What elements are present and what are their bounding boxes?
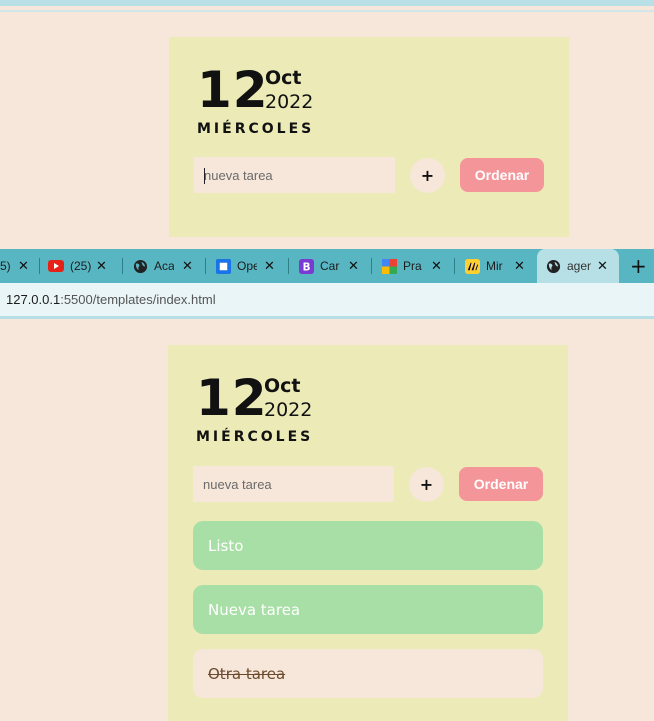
svg-text:B: B <box>302 261 310 273</box>
date-year: 2022 <box>265 91 314 113</box>
close-icon[interactable]: ✕ <box>597 259 608 274</box>
tab-title: Aca <box>154 259 174 273</box>
close-icon[interactable]: ✕ <box>264 259 275 274</box>
browser-chrome: 5) ✕ (25) ✕ Aca ✕ Ope ✕ B Car ✕ Pra ✕ Mi… <box>0 249 654 319</box>
new-tab-button[interactable]: + <box>630 254 647 278</box>
globe-icon <box>132 258 148 274</box>
close-icon[interactable]: ✕ <box>182 259 193 274</box>
tab-separator <box>205 258 206 274</box>
tab-title: Pra <box>403 259 422 273</box>
text-cursor <box>204 168 205 184</box>
window-top-strip <box>0 0 654 12</box>
tab[interactable]: Ope ✕ <box>215 249 287 283</box>
date-day: 12 <box>196 369 268 427</box>
new-task-input[interactable] <box>194 157 395 193</box>
url-path: :5500/templates/index.html <box>60 292 216 307</box>
app-icon <box>215 258 231 274</box>
tab-title: Mir <box>486 259 503 273</box>
tab[interactable]: Mir ✕ <box>464 249 536 283</box>
new-task-input[interactable] <box>193 466 394 502</box>
tab[interactable]: 5) ✕ <box>0 249 38 283</box>
youtube-icon <box>48 258 64 274</box>
tab-title: agen <box>567 259 591 273</box>
add-task-button[interactable]: + <box>409 467 444 502</box>
tab[interactable]: Pra ✕ <box>381 249 453 283</box>
tab[interactable]: B Car ✕ <box>298 249 370 283</box>
tab-separator <box>371 258 372 274</box>
agenda-card: 12 Oct 2022 MIÉRCOLES + Ordenar Listo Nu… <box>168 345 568 721</box>
b-icon: B <box>298 258 314 274</box>
date-year: 2022 <box>264 399 313 421</box>
globe-icon <box>545 258 561 274</box>
close-icon[interactable]: ✕ <box>431 259 442 274</box>
task-item[interactable]: Nueva tarea <box>193 585 543 634</box>
tab-title: Ope <box>237 259 257 273</box>
date-weekday: MIÉRCOLES <box>197 121 315 137</box>
close-icon[interactable]: ✕ <box>18 259 29 274</box>
close-icon[interactable]: ✕ <box>96 259 107 274</box>
sort-button[interactable]: Ordenar <box>460 158 544 192</box>
tab-separator <box>454 258 455 274</box>
tab-strip: 5) ✕ (25) ✕ Aca ✕ Ope ✕ B Car ✕ Pra ✕ Mi… <box>0 249 654 283</box>
tab-title: 5) <box>0 259 11 273</box>
tab-title: Car <box>320 259 340 273</box>
date-day: 12 <box>197 61 269 119</box>
agenda-card: 12 Oct 2022 MIÉRCOLES + Ordenar <box>169 37 569 237</box>
tab[interactable]: (25) ✕ <box>48 249 120 283</box>
tab-title: (25) <box>70 259 92 273</box>
date-month: Oct <box>264 375 301 397</box>
tab-active[interactable]: agen ✕ <box>537 249 619 283</box>
close-icon[interactable]: ✕ <box>348 259 359 274</box>
task-item[interactable]: Listo <box>193 521 543 570</box>
tab-separator <box>39 258 40 274</box>
date-month: Oct <box>265 67 302 89</box>
tab[interactable]: Aca ✕ <box>132 249 204 283</box>
add-task-button[interactable]: + <box>410 158 445 193</box>
task-item-completed[interactable]: Otra tarea <box>193 649 543 698</box>
colorful-icon <box>381 258 397 274</box>
close-icon[interactable]: ✕ <box>514 259 525 274</box>
tab-separator <box>122 258 123 274</box>
url-text[interactable]: 127.0.0.1:5500/templates/index.html <box>6 292 216 307</box>
sort-button[interactable]: Ordenar <box>459 467 543 501</box>
date-weekday: MIÉRCOLES <box>196 429 314 445</box>
miro-icon <box>464 258 480 274</box>
tab-separator <box>288 258 289 274</box>
address-bar[interactable]: 127.0.0.1:5500/templates/index.html <box>0 283 654 319</box>
url-host: 127.0.0.1 <box>6 292 61 307</box>
